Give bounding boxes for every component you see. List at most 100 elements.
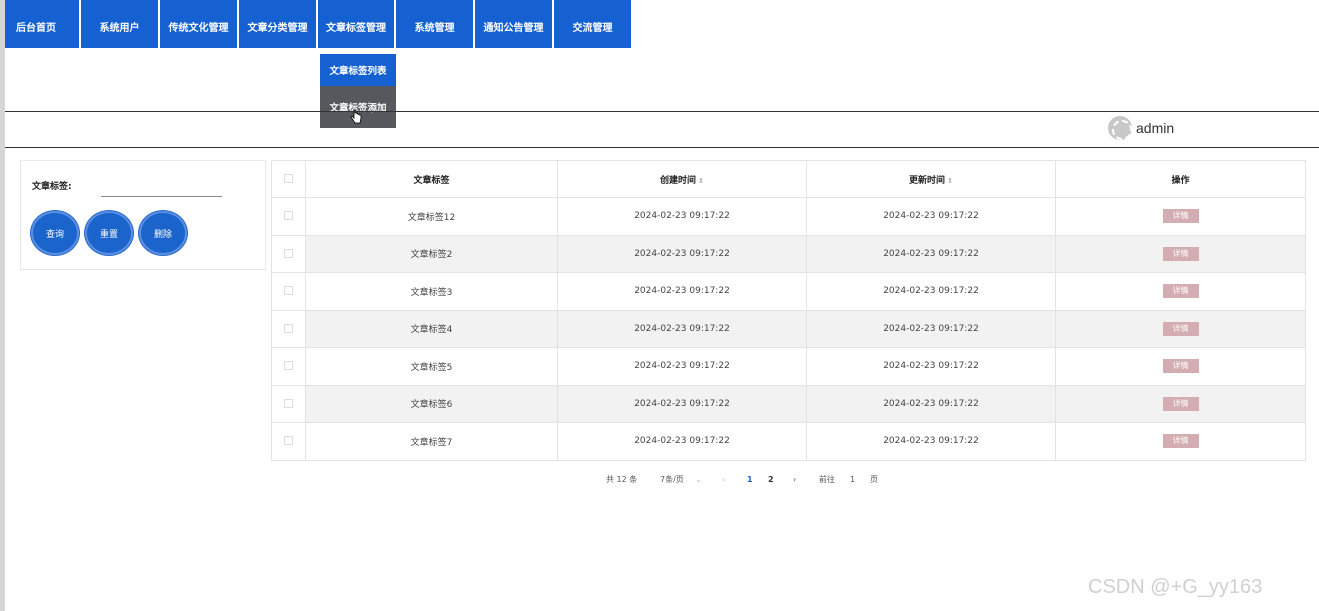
table-row: 文章标签7 2024-02-23 09:17:22 2024-02-23 09:… [271, 422, 1306, 461]
row-checkbox[interactable] [284, 361, 293, 371]
row-checkbox-cell[interactable] [271, 197, 306, 236]
row-checkbox-cell[interactable] [271, 384, 306, 423]
tag-search-input[interactable] [101, 187, 222, 197]
cell-create-time: 2024-02-23 09:17:22 [557, 422, 807, 461]
page-number[interactable]: 2 [768, 474, 774, 486]
detail-button[interactable]: 详情 [1162, 246, 1199, 261]
table-row: 文章标签2 2024-02-23 09:17:22 2024-02-23 09:… [271, 234, 1306, 273]
sort-icon[interactable]: ⇕ [698, 177, 704, 185]
watermark: CSDN @+G_yy163 [1088, 576, 1263, 598]
cell-update-time: 2024-02-23 09:17:22 [806, 234, 1056, 273]
cell-tag: 文章标签7 [305, 422, 558, 461]
row-checkbox[interactable] [284, 248, 293, 258]
cell-update-time: 2024-02-23 09:17:22 [806, 347, 1056, 386]
search-panel: 文章标签: 查询 重置 删除 [20, 160, 266, 270]
dropdown-item-tag-add[interactable]: 文章标签添加 [320, 86, 396, 128]
row-checkbox-cell[interactable] [271, 234, 306, 273]
table-row: 文章标签4 2024-02-23 09:17:22 2024-02-23 09:… [271, 309, 1306, 348]
detail-button[interactable]: 详情 [1162, 396, 1199, 411]
header-update-time[interactable]: 更新时间 ⇕ [806, 160, 1056, 198]
cell-action: 详情 [1055, 309, 1306, 348]
prev-page-icon[interactable]: ‹ [722, 474, 725, 486]
nav-article-tag-management[interactable]: 文章标签管理 [318, 0, 394, 48]
row-checkbox[interactable] [284, 286, 293, 296]
cell-action: 详情 [1055, 197, 1306, 236]
chevron-down-icon[interactable]: ⌄ [695, 474, 702, 486]
cell-tag: 文章标签2 [305, 234, 558, 273]
detail-button[interactable]: 详情 [1162, 434, 1199, 449]
header-create-time[interactable]: 创建时间 ⇕ [557, 160, 807, 198]
row-checkbox[interactable] [284, 323, 293, 333]
select-all-checkbox[interactable] [284, 174, 293, 183]
nav-article-category-management[interactable]: 文章分类管理 [239, 0, 316, 48]
detail-button[interactable]: 详情 [1162, 209, 1199, 224]
row-checkbox[interactable] [284, 436, 293, 446]
cell-create-time: 2024-02-23 09:17:22 [557, 347, 807, 386]
cell-update-time: 2024-02-23 09:17:22 [806, 422, 1056, 461]
cell-action: 详情 [1055, 347, 1306, 386]
cell-tag: 文章标签4 [305, 309, 558, 348]
nav-notice-management[interactable]: 通知公告管理 [475, 0, 552, 48]
cell-create-time: 2024-02-23 09:17:22 [557, 272, 807, 311]
reset-button[interactable]: 重置 [85, 211, 133, 255]
search-label: 文章标签: [32, 182, 72, 192]
header-top-divider [5, 111, 1319, 112]
page-number[interactable]: 1 [747, 474, 753, 486]
detail-button[interactable]: 详情 [1162, 359, 1199, 374]
cell-tag: 文章标签6 [305, 384, 558, 423]
cell-update-time: 2024-02-23 09:17:22 [806, 384, 1056, 423]
detail-button[interactable]: 详情 [1162, 284, 1199, 299]
row-checkbox[interactable] [284, 398, 293, 408]
cell-create-time: 2024-02-23 09:17:22 [557, 309, 807, 348]
header-tag: 文章标签 [305, 160, 558, 198]
dropdown-item-tag-list[interactable]: 文章标签列表 [320, 54, 396, 86]
page-size-select[interactable]: 7条/页 [660, 474, 684, 486]
goto-unit-label: 页 [870, 475, 878, 484]
cell-tag: 文章标签3 [305, 272, 558, 311]
cell-create-time: 2024-02-23 09:17:22 [557, 197, 807, 236]
username: admin [1136, 120, 1175, 136]
table-header-row: 文章标签 创建时间 ⇕ 更新时间 ⇕ 操作 [271, 160, 1306, 198]
goto-page-input[interactable]: 1 [850, 474, 855, 486]
table-row: 文章标签6 2024-02-23 09:17:22 2024-02-23 09:… [271, 384, 1306, 423]
pagination-total: 共 12 条 [606, 475, 638, 484]
delete-button[interactable]: 删除 [139, 211, 187, 255]
nav-exchange-management[interactable]: 交流管理 [554, 0, 631, 48]
cell-action: 详情 [1055, 234, 1306, 273]
header-create-time-label: 创建时间 [660, 175, 697, 186]
window-left-edge [0, 0, 5, 611]
cell-tag: 文章标签12 [305, 197, 558, 236]
cell-update-time: 2024-02-23 09:17:22 [806, 272, 1056, 311]
next-page-icon[interactable]: › [793, 474, 796, 486]
cell-action: 详情 [1055, 272, 1306, 311]
detail-button[interactable]: 详情 [1162, 321, 1199, 336]
avatar-icon [1108, 116, 1132, 140]
table-row: 文章标签12 2024-02-23 09:17:22 2024-02-23 09… [271, 197, 1306, 236]
select-all-cell[interactable] [271, 160, 306, 198]
cell-update-time: 2024-02-23 09:17:22 [806, 309, 1056, 348]
cell-action: 详情 [1055, 384, 1306, 423]
cell-update-time: 2024-02-23 09:17:22 [806, 197, 1056, 236]
cell-create-time: 2024-02-23 09:17:22 [557, 384, 807, 423]
cell-action: 详情 [1055, 422, 1306, 461]
header-bottom-divider [5, 147, 1319, 148]
nav-system-users[interactable]: 系统用户 [81, 0, 158, 48]
header-update-time-label: 更新时间 [909, 175, 946, 186]
nav-system-management[interactable]: 系统管理 [396, 0, 473, 48]
user-info[interactable]: admin [1108, 116, 1174, 140]
row-checkbox-cell[interactable] [271, 422, 306, 461]
row-checkbox-cell[interactable] [271, 272, 306, 311]
nav-home[interactable]: 后台首页 [5, 0, 79, 48]
header-action: 操作 [1055, 160, 1306, 198]
query-button[interactable]: 查询 [31, 211, 79, 255]
row-checkbox-cell[interactable] [271, 309, 306, 348]
cell-create-time: 2024-02-23 09:17:22 [557, 234, 807, 273]
row-checkbox[interactable] [284, 211, 293, 221]
sort-icon[interactable]: ⇕ [947, 177, 953, 185]
nav-dropdown-menu: 文章标签列表 文章标签添加 [320, 48, 396, 128]
tag-table: 文章标签 创建时间 ⇕ 更新时间 ⇕ 操作 文章标签12 2024-02-23 09… [271, 160, 1306, 461]
nav-culture-management[interactable]: 传统文化管理 [160, 0, 237, 48]
pagination: 共 12 条 7条/页 ⌄ ‹ 1 2 › 前往 1 页 [0, 474, 1319, 488]
row-checkbox-cell[interactable] [271, 347, 306, 386]
table-row: 文章标签5 2024-02-23 09:17:22 2024-02-23 09:… [271, 347, 1306, 386]
